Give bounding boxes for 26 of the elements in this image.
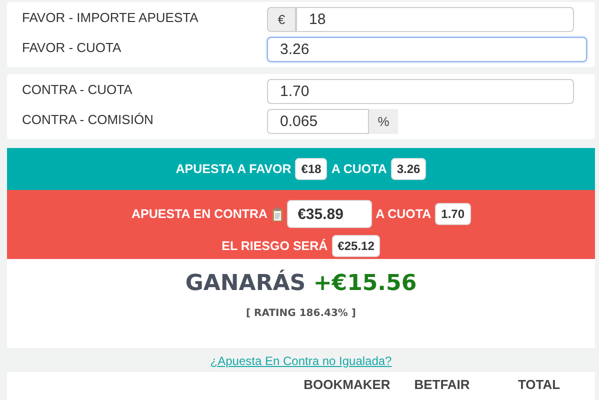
percent-addon: % xyxy=(369,109,398,134)
input-field[interactable]: 0.065 xyxy=(267,109,369,134)
field-label: FAVOR - CUOTA xyxy=(22,39,122,55)
column-header: TOTAL xyxy=(516,377,562,392)
column-header: BOOKMAKER xyxy=(302,377,392,392)
banner-text: A CUOTA xyxy=(331,162,387,176)
rating-text: [ RATING 186.43% ] xyxy=(246,308,356,319)
input-field[interactable]: 18 xyxy=(296,7,574,32)
banner-text: APUESTA EN CONTRA xyxy=(131,207,268,221)
field-label: CONTRA - COMISIÓN xyxy=(22,111,154,127)
column-header: BETFAIR xyxy=(413,377,471,392)
odds-chip: 3.26 xyxy=(390,158,426,180)
banner-text: APUESTA A FAVOR xyxy=(176,162,292,176)
clipboard-icon[interactable] xyxy=(272,206,283,222)
banner-text: EL RIESGO SERÁ xyxy=(222,239,328,253)
input-field[interactable]: 1.70 xyxy=(267,79,574,104)
field-label: FAVOR - IMPORTE APUESTA xyxy=(22,9,200,25)
lay-stake-field[interactable]: €35.89 xyxy=(286,200,372,228)
stake-chip: €18 xyxy=(295,158,328,180)
risk-chip: €25.12 xyxy=(332,235,380,257)
profit-text: GANARÁS +€15.56 xyxy=(185,271,417,296)
currency-addon: € xyxy=(267,7,296,32)
odds-chip: 1.70 xyxy=(435,203,471,225)
banner-text: A CUOTA xyxy=(376,207,432,221)
input-field[interactable]: 3.26 xyxy=(267,37,587,62)
field-label: CONTRA - CUOTA xyxy=(22,81,134,97)
